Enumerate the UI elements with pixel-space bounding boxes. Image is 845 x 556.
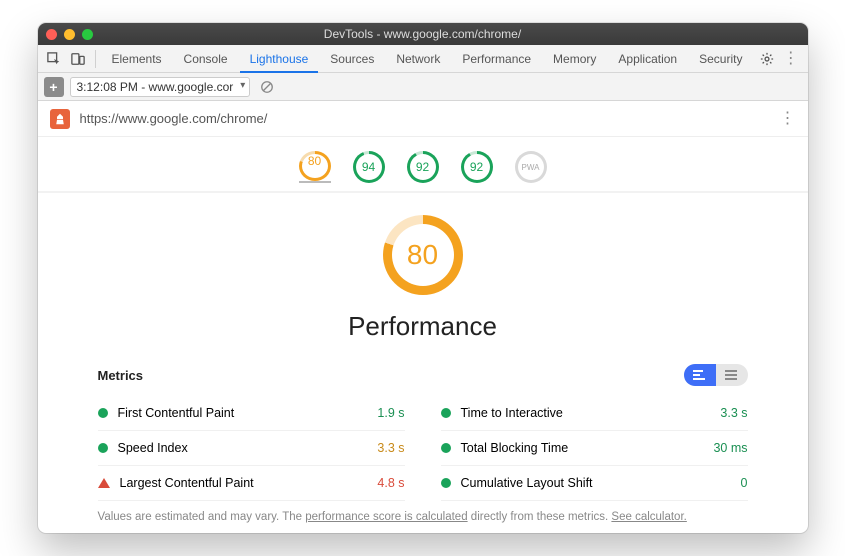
report-url: https://www.google.com/chrome/ — [80, 111, 268, 126]
category-gauge-3[interactable]: 92 — [461, 151, 493, 183]
main-score-area: 80 Performance — [38, 193, 808, 356]
metric-row: Speed Index 3.3 s — [98, 431, 405, 466]
tab-application[interactable]: Application — [608, 45, 687, 73]
report-select[interactable]: 3:12:08 PM - www.google.cor — [70, 77, 251, 97]
metric-label: First Contentful Paint — [118, 406, 235, 420]
metric-value: 3.3 s — [720, 406, 747, 420]
new-report-button[interactable]: + — [44, 77, 64, 97]
tab-memory[interactable]: Memory — [543, 45, 606, 73]
metrics-heading: Metrics — [98, 368, 144, 383]
gauge-value: 80 — [308, 154, 321, 168]
tab-performance[interactable]: Performance — [452, 45, 541, 73]
performance-gauge: 80 — [383, 215, 463, 295]
device-toolbar-icon[interactable] — [67, 49, 89, 69]
category-gauge-0[interactable]: 80 — [299, 151, 331, 183]
report-url-bar: https://www.google.com/chrome/ ⋮ — [38, 101, 808, 137]
metric-value: 1.9 s — [377, 406, 404, 420]
inspect-icon[interactable] — [44, 49, 66, 69]
gauge-value: 92 — [416, 160, 429, 174]
separator — [95, 50, 96, 68]
lighthouse-toolbar: + 3:12:08 PM - www.google.cor — [38, 73, 808, 101]
metrics-view-toggle[interactable] — [684, 364, 748, 386]
report-select-label: 3:12:08 PM - www.google.cor — [77, 80, 234, 94]
metric-label: Time to Interactive — [461, 406, 563, 420]
gear-icon[interactable] — [756, 49, 778, 69]
metric-label: Total Blocking Time — [461, 441, 569, 455]
metric-row: Time to Interactive 3.3 s — [441, 396, 748, 431]
gauge-value: 94 — [362, 160, 375, 174]
metric-label: Cumulative Layout Shift — [461, 476, 593, 490]
triangle-icon — [98, 478, 110, 488]
circle-icon — [441, 408, 451, 418]
performance-title: Performance — [348, 311, 497, 342]
performance-score: 80 — [407, 239, 438, 271]
metric-row: Largest Contentful Paint 4.8 s — [98, 466, 405, 501]
metric-label: Largest Contentful Paint — [120, 476, 254, 490]
metrics-footnote: Values are estimated and may vary. The p… — [38, 501, 808, 533]
report-menu-icon[interactable]: ⋮ — [780, 114, 796, 124]
tab-security[interactable]: Security — [689, 45, 752, 73]
tab-lighthouse[interactable]: Lighthouse — [240, 45, 319, 73]
category-gauge-2[interactable]: 92 — [407, 151, 439, 183]
gauge-value: 92 — [470, 160, 483, 174]
tab-console[interactable]: Console — [174, 45, 238, 73]
titlebar: DevTools - www.google.com/chrome/ — [38, 23, 808, 45]
more-icon[interactable]: ⋮ — [780, 49, 802, 69]
metrics-panel: Metrics First Contentful Paint 1.9 s Time … — [38, 356, 808, 501]
tab-elements[interactable]: Elements — [102, 45, 172, 73]
toggle-expanded-icon[interactable] — [684, 364, 716, 386]
circle-icon — [441, 443, 451, 453]
metric-row: Cumulative Layout Shift 0 — [441, 466, 748, 501]
circle-icon — [98, 408, 108, 418]
metric-row: First Contentful Paint 1.9 s — [98, 396, 405, 431]
see-calculator-link[interactable]: See calculator. — [611, 511, 686, 523]
score-calc-link[interactable]: performance score is calculated — [305, 511, 467, 523]
category-gauges: 80 94 92 92 PWA — [38, 137, 808, 193]
metric-row: Total Blocking Time 30 ms — [441, 431, 748, 466]
gauge-value: PWA — [522, 163, 540, 172]
metric-value: 0 — [741, 476, 748, 490]
category-gauge-1[interactable]: 94 — [353, 151, 385, 183]
clear-icon[interactable] — [256, 77, 278, 97]
tab-sources[interactable]: Sources — [320, 45, 384, 73]
panel-tabs: ElementsConsoleLighthouseSourcesNetworkP… — [38, 45, 808, 73]
window-title: DevTools - www.google.com/chrome/ — [38, 27, 808, 41]
lighthouse-icon — [50, 109, 70, 129]
metric-value: 3.3 s — [377, 441, 404, 455]
tab-network[interactable]: Network — [386, 45, 450, 73]
metric-value: 30 ms — [713, 441, 747, 455]
circle-icon — [441, 478, 451, 488]
metric-value: 4.8 s — [377, 476, 404, 490]
circle-icon — [98, 443, 108, 453]
category-gauge-4[interactable]: PWA — [515, 151, 547, 183]
metric-label: Speed Index — [118, 441, 188, 455]
toggle-compact-icon[interactable] — [716, 364, 748, 386]
devtools-window: DevTools - www.google.com/chrome/ Elemen… — [38, 23, 808, 533]
